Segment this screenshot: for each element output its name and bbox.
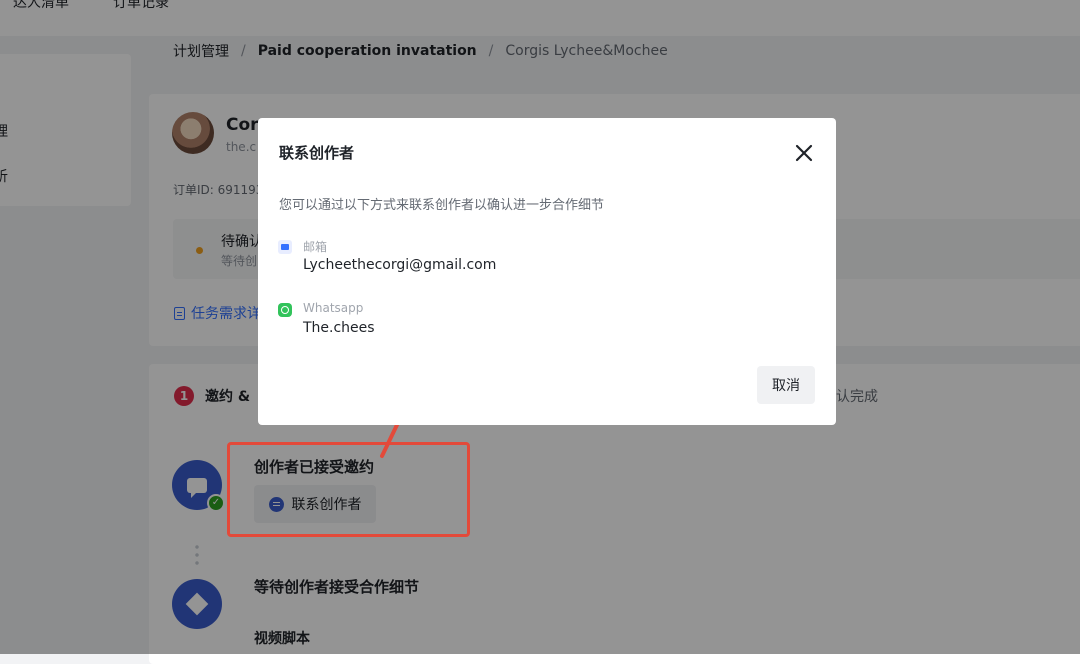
contact-creator-dialog: 联系创作者 您可以通过以下方式来联系创作者以确认进一步合作细节 邮箱 Lyche…	[258, 118, 836, 425]
mail-icon	[278, 240, 292, 254]
cancel-button[interactable]: 取消	[757, 366, 815, 404]
close-icon[interactable]	[793, 142, 815, 164]
contact-email-value[interactable]: Lycheethecorgi@gmail.com	[303, 257, 496, 273]
whatsapp-icon	[278, 303, 292, 317]
dialog-description: 您可以通过以下方式来联系创作者以确认进一步合作细节	[279, 198, 605, 213]
contact-email-label: 邮箱	[303, 240, 328, 254]
dialog-title: 联系创作者	[279, 144, 355, 162]
contact-whatsapp-label: Whatsapp	[303, 301, 364, 315]
contact-whatsapp-value[interactable]: The.chees	[303, 320, 375, 336]
